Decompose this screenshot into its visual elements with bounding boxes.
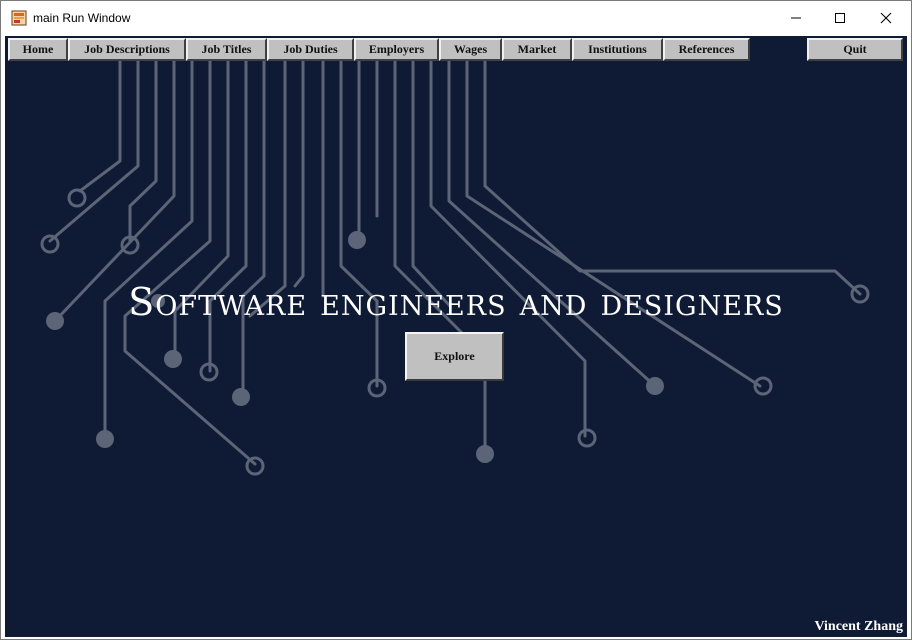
author-credit: Vincent Zhang	[814, 619, 903, 634]
app-icon	[11, 10, 27, 26]
explore-button[interactable]: Explore	[405, 332, 504, 381]
maximize-icon	[835, 12, 845, 23]
maximize-button[interactable]	[817, 1, 863, 34]
close-button[interactable]	[863, 1, 909, 34]
minimize-icon	[791, 17, 801, 18]
hero-headline: Software engineers and designers	[128, 280, 784, 324]
menu-wages-button[interactable]: Wages	[439, 38, 502, 61]
app-window: main Run Window Home Job Descriptions Jo…	[0, 0, 912, 640]
menu-job-titles-button[interactable]: Job Titles	[186, 38, 267, 61]
minimize-button[interactable]	[773, 1, 819, 34]
close-icon	[880, 12, 892, 23]
menu-bar: Home Job Descriptions Job Titles Job Dut…	[5, 38, 907, 62]
menu-institutions-button[interactable]: Institutions	[572, 38, 663, 61]
window-title: main Run Window	[33, 11, 131, 25]
menu-market-button[interactable]: Market	[502, 38, 572, 61]
title-bar[interactable]: main Run Window	[1, 1, 911, 36]
menu-employers-button[interactable]: Employers	[354, 38, 439, 61]
menu-job-duties-button[interactable]: Job Duties	[267, 38, 354, 61]
quit-button[interactable]: Quit	[807, 38, 903, 61]
menu-references-button[interactable]: References	[663, 38, 750, 61]
main-canvas: Home Job Descriptions Job Titles Job Dut…	[5, 36, 907, 637]
menu-home-button[interactable]: Home	[8, 38, 68, 61]
menu-job-descriptions-button[interactable]: Job Descriptions	[68, 38, 186, 61]
